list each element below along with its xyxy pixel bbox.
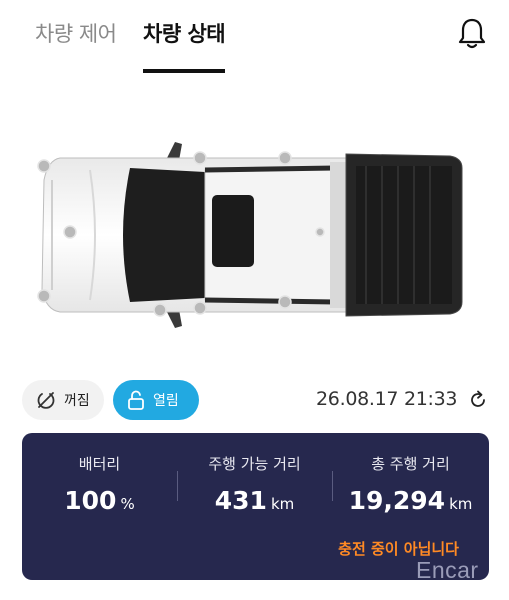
range-unit: km xyxy=(270,495,295,513)
range-value: 431 xyxy=(214,486,267,515)
lock-status-chip[interactable]: 열림 xyxy=(113,380,199,420)
vehicle-top-view-image xyxy=(37,142,463,328)
odometer-label: 총 주행 거리 xyxy=(371,455,450,473)
battery-unit: % xyxy=(120,495,135,513)
range-label: 주행 가능 거리 xyxy=(208,455,301,473)
odometer-unit: km xyxy=(449,495,473,513)
battery-label: 배터리 xyxy=(78,455,121,473)
bell-icon[interactable] xyxy=(456,17,488,51)
charging-status-text: 충전 중이 아닙니다 xyxy=(338,540,459,558)
battery-stat: 배터리 100% xyxy=(22,453,177,515)
last-updated-timestamp: 26.08.17 21:33 xyxy=(316,388,458,410)
odometer-value: 19,294 xyxy=(348,486,446,515)
power-status-label: 꺼짐 xyxy=(64,393,90,409)
unlock-icon xyxy=(128,390,144,410)
range-stat: 주행 가능 거리 431 km xyxy=(177,453,332,515)
refresh-icon[interactable] xyxy=(468,390,488,410)
power-off-icon xyxy=(37,392,55,409)
watermark-text: Encar xyxy=(416,557,479,583)
top-tab-bar: 차량 제어 차량 상태 xyxy=(0,0,509,76)
tab-vehicle-control[interactable]: 차량 제어 xyxy=(35,18,117,48)
lock-status-label: 열림 xyxy=(153,393,179,409)
active-tab-indicator xyxy=(143,69,225,73)
odometer-stat: 총 주행 거리 19,294 km xyxy=(332,453,489,515)
battery-value: 100 xyxy=(64,486,117,515)
tab-vehicle-status[interactable]: 차량 상태 xyxy=(143,18,226,48)
power-status-chip[interactable]: 꺼짐 xyxy=(22,380,104,420)
